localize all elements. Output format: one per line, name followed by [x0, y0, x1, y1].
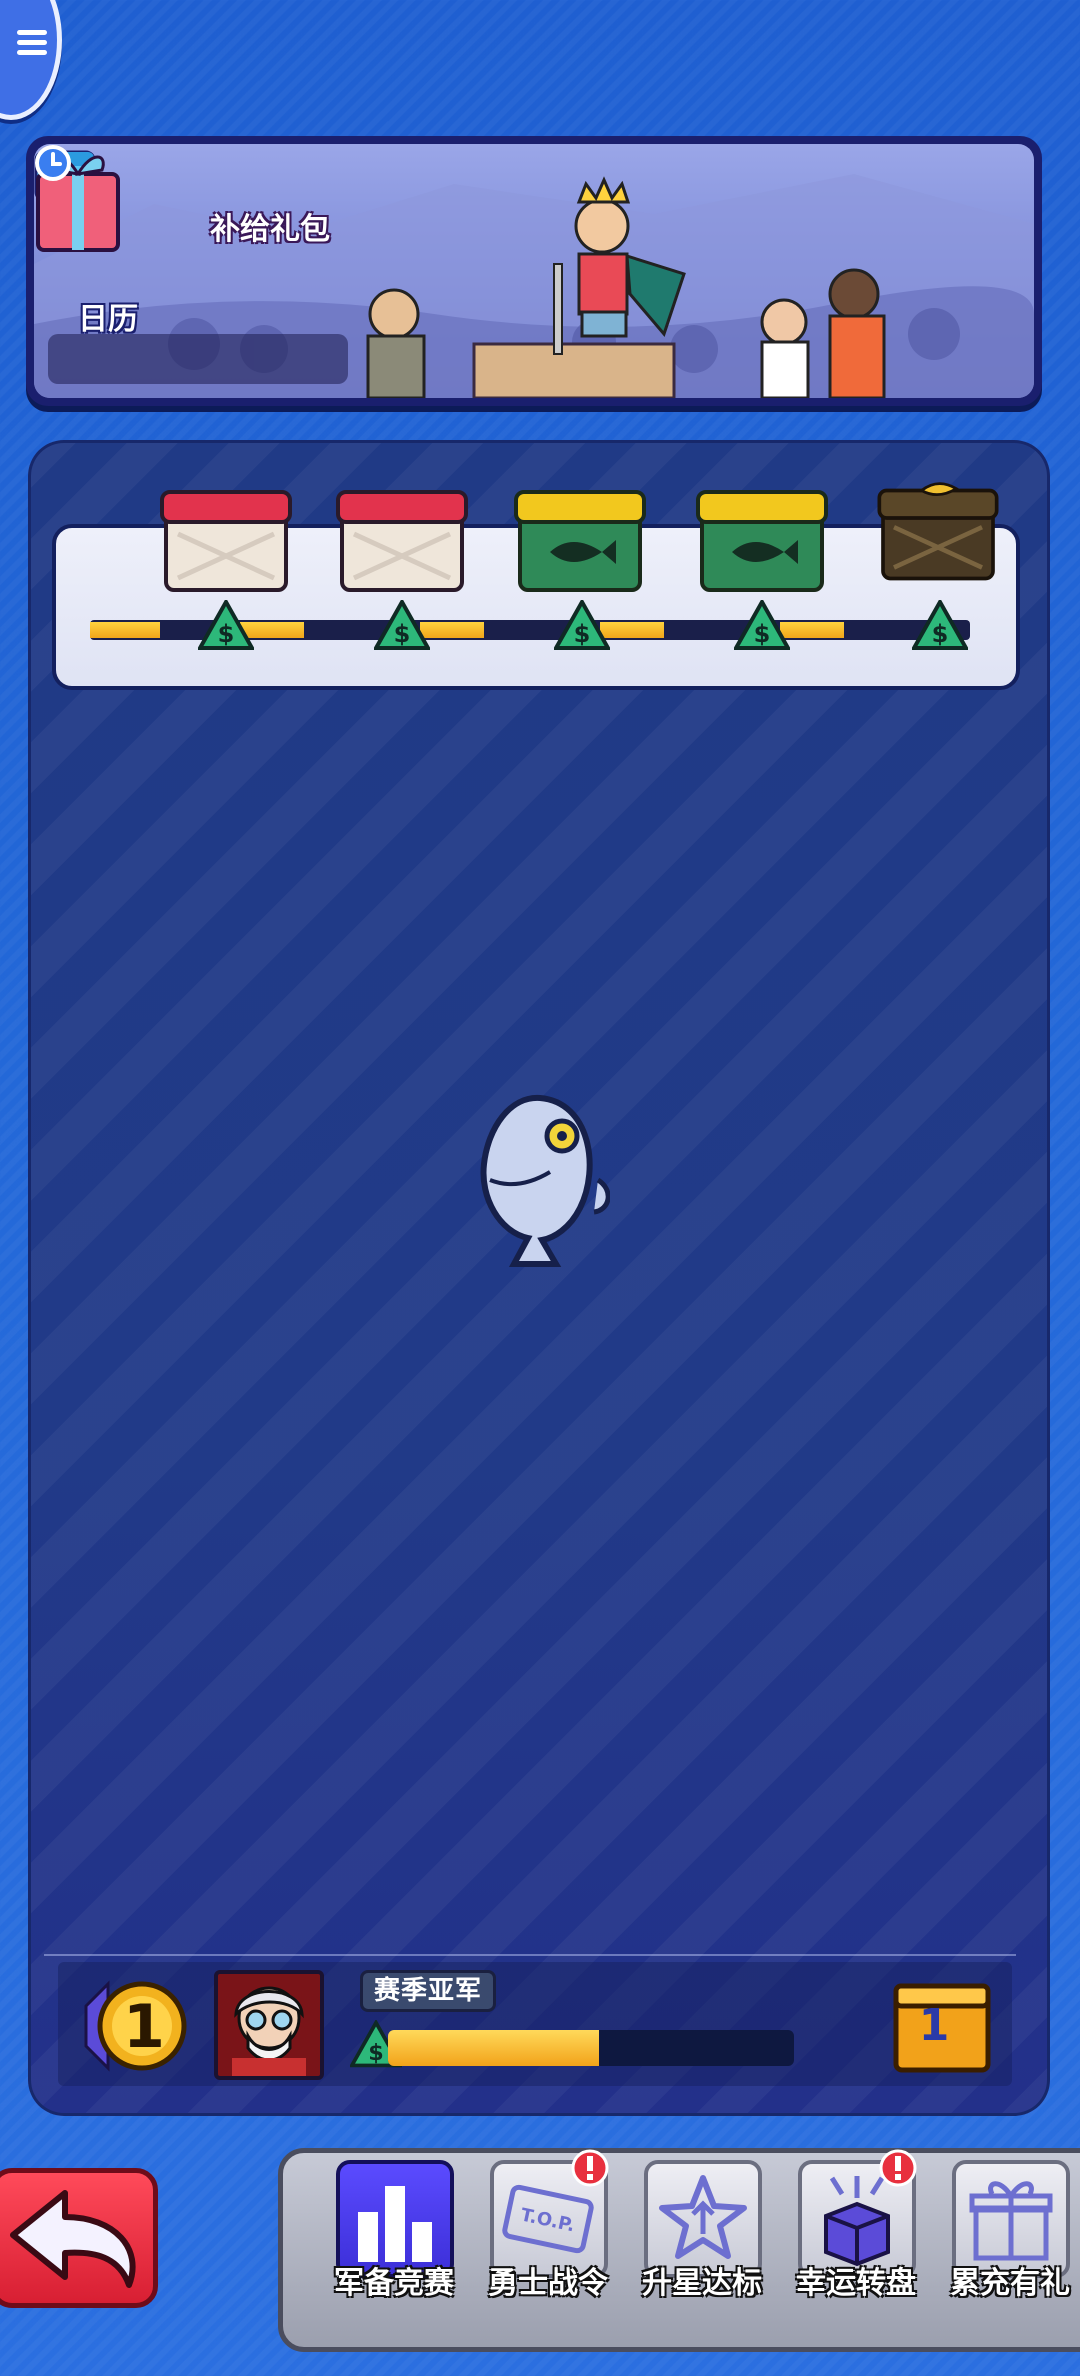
- svg-text:$: $: [218, 620, 235, 648]
- tab-label: 勇士战令: [488, 2266, 608, 2301]
- season-progress-fill: [388, 2030, 600, 2066]
- alert-badge-icon: [879, 2149, 917, 2187]
- commander-avatar[interactable]: [214, 1970, 324, 2080]
- red-crate-chest[interactable]: [334, 484, 470, 594]
- tab-lucky-wheel[interactable]: 幸运转盘: [790, 2149, 920, 2310]
- event-banner[interactable]: 日历 补给礼包: [26, 136, 1042, 406]
- track-segment: [90, 622, 160, 638]
- back-arrow-icon: [10, 2190, 136, 2288]
- back-button[interactable]: [0, 2168, 158, 2308]
- svg-text:$: $: [754, 620, 771, 648]
- season-coin-icon: $: [554, 600, 610, 650]
- section-divider: [44, 1954, 1016, 1956]
- season-coin-icon: $: [734, 600, 790, 650]
- menu-icon: [17, 25, 47, 60]
- menu-button[interactable]: [0, 0, 62, 120]
- svg-text:$: $: [574, 620, 591, 648]
- main-panel: [28, 440, 1050, 2116]
- tab-label: 升星达标: [642, 2266, 762, 2301]
- calendar-label[interactable]: 日历: [78, 294, 138, 338]
- banner-info-bar: [48, 334, 348, 384]
- tab-label: 累充有礼: [950, 2266, 1070, 2301]
- season-progress-bar: [388, 2030, 794, 2066]
- tab-label: 幸运转盘: [796, 2266, 916, 2301]
- season-rank-title: 赛季亚军: [360, 1970, 496, 2012]
- red-crate-chest[interactable]: [158, 484, 294, 594]
- tab-warrior-pass[interactable]: T.O.P. 勇士战令: [482, 2149, 612, 2310]
- svg-text:$: $: [368, 2040, 384, 2066]
- fish-crate-chest[interactable]: [512, 484, 648, 594]
- season-rank-bar: [58, 1962, 1012, 2086]
- tab-star-upgrade[interactable]: 升星达标: [636, 2154, 766, 2310]
- fish-icon: [480, 1094, 610, 1267]
- season-coin-icon: $: [912, 600, 968, 650]
- crate-count: 1: [918, 2000, 950, 2051]
- fish-crate-chest[interactable]: [694, 484, 830, 594]
- clock-icon[interactable]: [34, 144, 72, 182]
- tab-recharge-gift[interactable]: 累充有礼: [944, 2154, 1074, 2310]
- golden-fish-chest[interactable]: [870, 474, 1006, 584]
- alert-badge-icon: [571, 2149, 609, 2187]
- gift-pack-label[interactable]: 补给礼包: [210, 204, 330, 248]
- svg-text:$: $: [394, 620, 411, 648]
- season-coin-icon: $: [374, 600, 430, 650]
- tab-arms-race[interactable]: 军备竞赛: [328, 2154, 458, 2310]
- season-coin-icon: $: [198, 600, 254, 650]
- svg-text:T.O.P.: T.O.P.: [519, 2204, 577, 2236]
- tab-label: 军备竞赛: [334, 2266, 454, 2301]
- rank-number: 1: [123, 1992, 165, 2062]
- svg-text:$: $: [932, 620, 949, 648]
